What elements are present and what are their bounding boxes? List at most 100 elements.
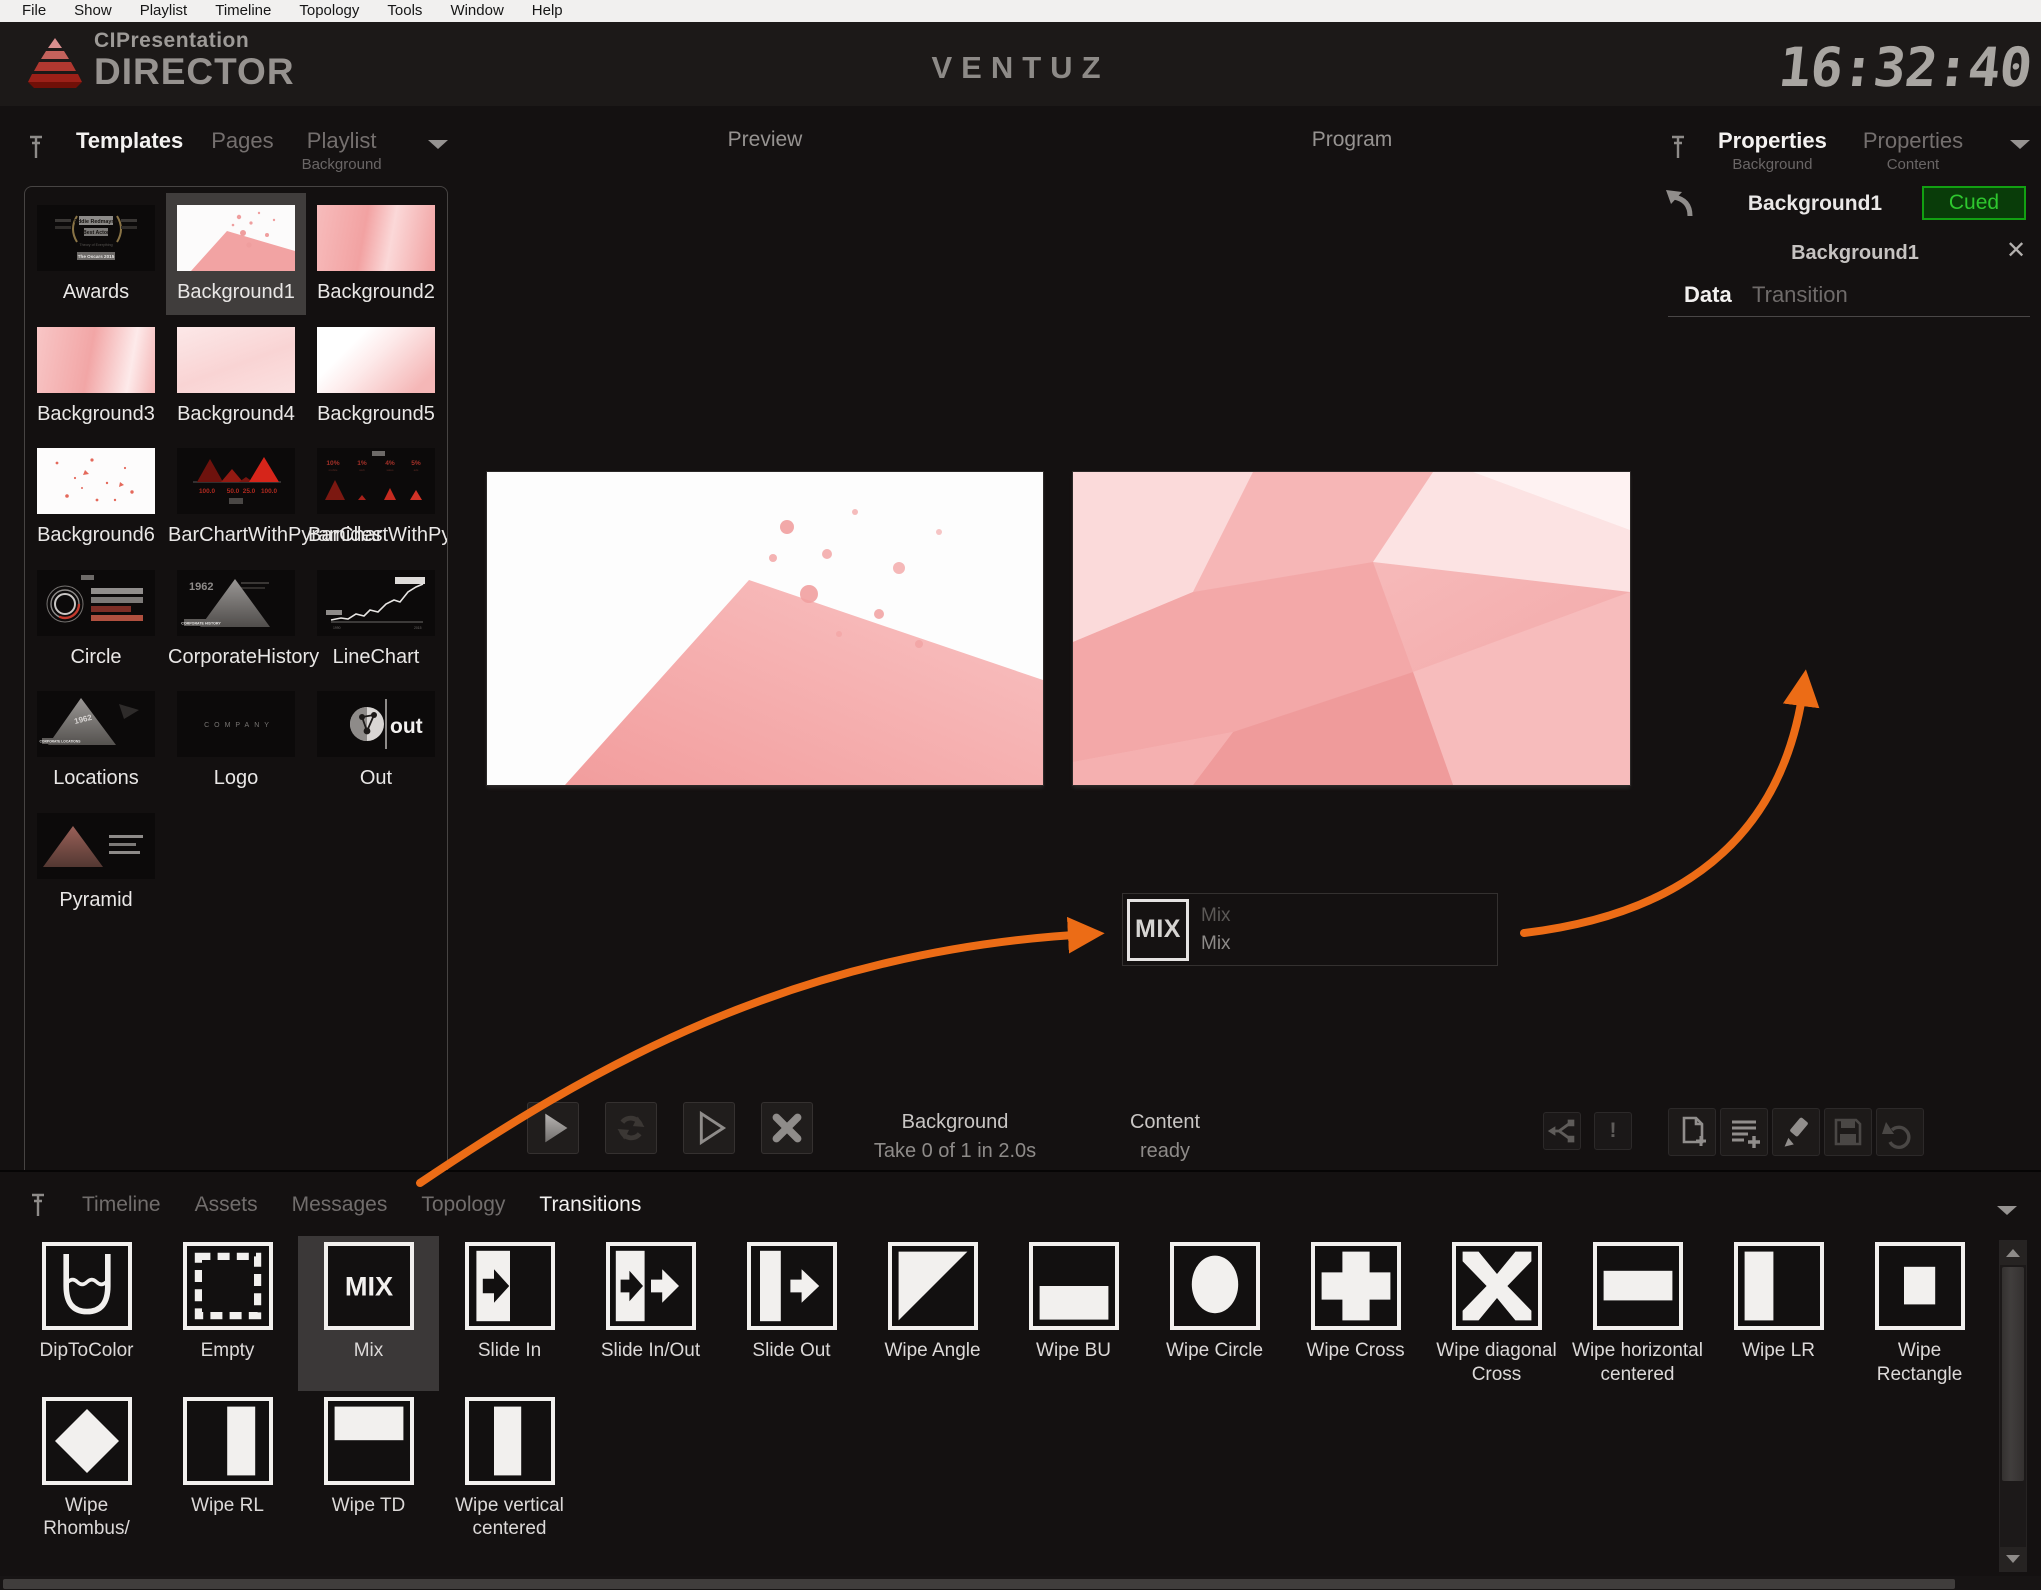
menu-item[interactable]: Window	[436, 0, 517, 22]
take-button[interactable]	[527, 1102, 579, 1154]
transition-item[interactable]: MIX Mix	[298, 1236, 439, 1391]
template-item[interactable]: Background1	[166, 193, 306, 315]
template-thumbnail: 10%1%4%5%mobilewebsalesads	[317, 448, 435, 514]
template-item[interactable]: 100.050.025.0100.0 BarChartWithPyramides	[166, 436, 306, 558]
pin-icon[interactable]	[26, 134, 46, 160]
panel-tab[interactable]: Pages	[211, 128, 273, 173]
menu-item[interactable]: Show	[60, 0, 126, 22]
template-item[interactable]: Circle	[26, 558, 166, 680]
transition-item[interactable]: Wipe Circle	[1144, 1236, 1285, 1391]
save-button[interactable]	[1824, 1108, 1872, 1156]
bottom-tab[interactable]: Assets	[195, 1193, 258, 1217]
play-filled-icon	[528, 1102, 578, 1154]
chevron-down-icon[interactable]	[426, 138, 450, 150]
svg-text:1%: 1%	[357, 460, 367, 467]
template-item[interactable]: 19902015 LineChart	[306, 558, 446, 680]
scroll-down-button[interactable]	[2000, 1547, 2026, 1571]
transition-icon	[183, 1242, 273, 1330]
template-item[interactable]: out Out	[306, 679, 446, 801]
template-item[interactable]: 10%1%4%5%mobilewebsalesads BarChartWithP…	[306, 436, 446, 558]
template-item[interactable]: COMPANY Logo	[166, 679, 306, 801]
transition-item[interactable]: Empty	[157, 1236, 298, 1391]
transition-item[interactable]: Slide Out	[721, 1236, 862, 1391]
bottom-panel-tabs: Timeline Assets Messages Topology Transition…	[28, 1192, 641, 1218]
transition-item[interactable]: Wipe BU	[1003, 1236, 1144, 1391]
close-icon[interactable]: ✕	[2006, 236, 2026, 265]
clear-cross-icon	[762, 1102, 812, 1154]
update-loop-button[interactable]	[605, 1102, 657, 1154]
vertical-scrollbar[interactable]	[1999, 1240, 2027, 1572]
preview-play-button[interactable]	[683, 1102, 735, 1154]
bottom-tab[interactable]: Transitions	[539, 1193, 641, 1217]
template-item[interactable]: 1962CORPORATE HISTORY CorporateHistory	[166, 558, 306, 680]
edit-button[interactable]	[1772, 1108, 1820, 1156]
horizontal-scrollbar[interactable]	[0, 1576, 2041, 1590]
scrollbar-thumb[interactable]	[3, 1579, 1955, 1589]
bottom-tab[interactable]: Timeline	[82, 1193, 161, 1217]
menu-item[interactable]: File	[8, 0, 60, 22]
transition-item[interactable]: Slide In/Out	[580, 1236, 721, 1391]
template-item[interactable]: Background6	[26, 436, 166, 558]
scroll-up-button[interactable]	[2000, 1241, 2026, 1265]
panel-tab[interactable]: Templates	[76, 128, 183, 173]
template-item[interactable]: Background3	[26, 315, 166, 437]
undo-button[interactable]	[1876, 1108, 1924, 1156]
transition-label: Wipe LR	[1742, 1339, 1815, 1363]
tab-transition[interactable]: Transition	[1752, 282, 1848, 308]
transition-item[interactable]: Wipe Rectangle	[1849, 1236, 1990, 1391]
chevron-down-icon[interactable]	[1995, 1204, 2019, 1216]
transition-item[interactable]: Wipe TD	[298, 1391, 439, 1546]
template-label: BarChartWithPyramides3D	[308, 524, 444, 548]
route-button[interactable]	[1543, 1112, 1581, 1150]
transition-assignment-row[interactable]: MIX Mix Mix	[1122, 893, 1498, 966]
properties-tab[interactable]: Properties Content	[1863, 128, 1963, 173]
transition-item[interactable]: Wipe Rhombus/	[16, 1391, 157, 1546]
transition-icon	[1170, 1242, 1260, 1330]
transition-item[interactable]: Wipe RL	[157, 1391, 298, 1546]
template-label: Circle	[70, 646, 121, 670]
bottom-tab[interactable]: Messages	[292, 1193, 388, 1217]
transition-item[interactable]: Wipe diagonal Cross	[1426, 1236, 1567, 1391]
transition-label: Empty	[201, 1339, 255, 1363]
transition-icon	[1734, 1242, 1824, 1330]
chevron-down-icon[interactable]	[2008, 138, 2032, 150]
tab-data[interactable]: Data	[1684, 282, 1732, 308]
menu-item[interactable]: Help	[518, 0, 577, 22]
panel-tab[interactable]: Playlist Background	[302, 128, 382, 173]
menu-item[interactable]: Playlist	[126, 0, 202, 22]
bottom-panel: Timeline Assets Messages Topology Transition…	[0, 1170, 2041, 1590]
transition-item[interactable]: Wipe vertical centered	[439, 1391, 580, 1546]
transition-item[interactable]: Wipe Angle	[862, 1236, 1003, 1391]
template-item[interactable]: Eddie RedmayneBest ActorTheory of Everyt…	[26, 193, 166, 315]
pin-icon[interactable]	[28, 1192, 48, 1218]
svg-text:1962: 1962	[189, 581, 213, 593]
transition-icon	[1029, 1242, 1119, 1330]
pin-icon[interactable]	[1668, 134, 1688, 160]
transition-item[interactable]: Slide In	[439, 1236, 580, 1391]
template-item[interactable]: Background2	[306, 193, 446, 315]
title-bar: CIPresentation DIRECTOR VENTUZ 16:32:40	[0, 22, 2041, 106]
new-page-button[interactable]	[1668, 1108, 1716, 1156]
properties-tab[interactable]: Properties Background	[1718, 128, 1827, 173]
transition-item[interactable]: Wipe LR	[1708, 1236, 1849, 1391]
bottom-tab[interactable]: Topology	[421, 1193, 505, 1217]
transition-item[interactable]: DipToColor	[16, 1236, 157, 1391]
preview-viewport	[487, 472, 1043, 785]
transitions-grid: DipToColor Empty MIX Mix Slide In	[16, 1236, 1994, 1580]
menu-item[interactable]: Topology	[285, 0, 373, 22]
add-to-playlist-button[interactable]	[1720, 1108, 1768, 1156]
transition-icon	[42, 1242, 132, 1330]
preview-label: Preview	[665, 128, 865, 152]
template-item[interactable]: 1962CORPORATE LOCATIONS Locations	[26, 679, 166, 801]
menu-item[interactable]: Timeline	[201, 0, 285, 22]
template-item[interactable]: Pyramid	[26, 801, 166, 923]
transition-item[interactable]: Wipe horizontal centered	[1567, 1236, 1708, 1391]
clear-button[interactable]	[761, 1102, 813, 1154]
transition-item[interactable]: Wipe Cross	[1285, 1236, 1426, 1391]
scrollbar-thumb[interactable]	[2002, 1267, 2024, 1481]
template-label: Logo	[214, 767, 259, 791]
template-item[interactable]: Background5	[306, 315, 446, 437]
alert-button[interactable]: !	[1594, 1112, 1632, 1150]
menu-item[interactable]: Tools	[373, 0, 436, 22]
template-item[interactable]: Background4	[166, 315, 306, 437]
